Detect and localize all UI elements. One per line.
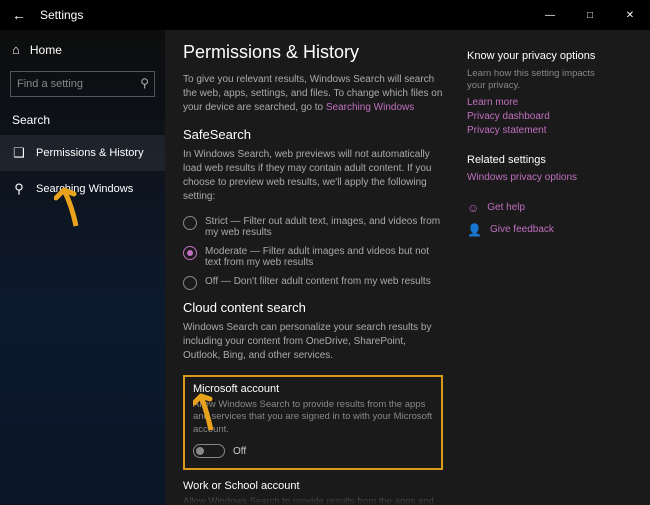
- sidebar-item-permissions-history[interactable]: ❑ Permissions & History: [0, 135, 165, 171]
- search-input[interactable]: [10, 71, 155, 97]
- titlebar-left: ← Settings: [0, 7, 530, 23]
- get-help-label: Get help: [487, 202, 525, 213]
- get-help-link[interactable]: ☺ Get help: [467, 201, 597, 215]
- safesearch-radio-group: Strict — Filter out adult text, images, …: [183, 216, 443, 290]
- microsoft-account-desc: Allow Windows Search to provide results …: [193, 399, 433, 436]
- back-icon[interactable]: ←: [12, 7, 26, 23]
- radio-label: Strict — Filter out adult text, images, …: [205, 216, 443, 238]
- radio-icon: [183, 246, 197, 260]
- cloud-heading: Cloud content search: [183, 300, 443, 315]
- page-title: Permissions & History: [183, 42, 443, 63]
- search-icon: ⚲: [140, 76, 149, 90]
- related-heading: Related settings: [467, 154, 597, 166]
- intro-text: To give you relevant results, Windows Se…: [183, 73, 443, 115]
- main-layout: ⌂ Home ⚲ Search ❑ Permissions & History …: [0, 30, 650, 505]
- home-icon: ⌂: [12, 42, 20, 57]
- sidebar: ⌂ Home ⚲ Search ❑ Permissions & History …: [0, 30, 165, 505]
- minimize-button[interactable]: ―: [530, 0, 570, 30]
- work-school-account-block: Work or School account Allow Windows Sea…: [183, 480, 443, 505]
- help-icon: ☺: [467, 201, 479, 215]
- close-button[interactable]: ✕: [610, 0, 650, 30]
- give-feedback-label: Give feedback: [490, 224, 554, 235]
- sidebar-item-searching-windows[interactable]: ⚲ Searching Windows: [0, 171, 165, 207]
- app-title: Settings: [40, 8, 83, 22]
- give-feedback-link[interactable]: 👤 Give feedback: [467, 223, 597, 237]
- windows-privacy-options-link[interactable]: Windows privacy options: [467, 172, 597, 183]
- maximize-button[interactable]: □: [570, 0, 610, 30]
- privacy-dashboard-link[interactable]: Privacy dashboard: [467, 111, 597, 122]
- privacy-desc: Learn how this setting impacts your priv…: [467, 68, 597, 93]
- content-area: Permissions & History To give you releva…: [165, 30, 650, 505]
- safesearch-heading: SafeSearch: [183, 127, 443, 142]
- microsoft-account-toggle-row: Off: [193, 444, 433, 458]
- toggle-knob-icon: [196, 447, 204, 455]
- sidebar-item-label: Permissions & History: [36, 147, 144, 159]
- microsoft-account-toggle-label: Off: [233, 446, 246, 457]
- radio-off[interactable]: Off — Don't filter adult content from my…: [183, 276, 443, 290]
- radio-strict[interactable]: Strict — Filter out adult text, images, …: [183, 216, 443, 238]
- home-label: Home: [30, 43, 62, 57]
- radio-label: Moderate — Filter adult images and video…: [205, 246, 443, 268]
- sidebar-section-label: Search: [0, 103, 165, 135]
- cloud-desc: Windows Search can personalize your sear…: [183, 321, 443, 363]
- searching-windows-link[interactable]: Searching Windows: [326, 102, 414, 113]
- right-panel: Know your privacy options Learn how this…: [467, 42, 597, 505]
- safesearch-desc: In Windows Search, web previews will not…: [183, 148, 443, 204]
- microsoft-account-highlight: Microsoft account Allow Windows Search t…: [183, 375, 443, 470]
- privacy-statement-link[interactable]: Privacy statement: [467, 125, 597, 136]
- titlebar: ← Settings ― □ ✕: [0, 0, 650, 30]
- window-controls: ― □ ✕: [530, 0, 650, 30]
- microsoft-account-toggle[interactable]: [193, 444, 225, 458]
- microsoft-account-title: Microsoft account: [193, 383, 433, 395]
- sidebar-item-label: Searching Windows: [36, 183, 133, 195]
- search-windows-icon: ⚲: [12, 181, 26, 197]
- radio-icon: [183, 276, 197, 290]
- work-school-title: Work or School account: [183, 480, 443, 492]
- content-main-column: Permissions & History To give you releva…: [183, 42, 443, 505]
- work-school-desc: Allow Windows Search to provide results …: [183, 496, 443, 505]
- sidebar-home[interactable]: ⌂ Home: [0, 34, 165, 65]
- privacy-heading: Know your privacy options: [467, 50, 597, 62]
- learn-more-link[interactable]: Learn more: [467, 97, 597, 108]
- radio-moderate[interactable]: Moderate — Filter adult images and video…: [183, 246, 443, 268]
- permissions-icon: ❑: [12, 145, 26, 161]
- feedback-icon: 👤: [467, 223, 482, 237]
- radio-label: Off — Don't filter adult content from my…: [205, 276, 431, 287]
- radio-icon: [183, 216, 197, 230]
- sidebar-search[interactable]: ⚲: [10, 71, 155, 97]
